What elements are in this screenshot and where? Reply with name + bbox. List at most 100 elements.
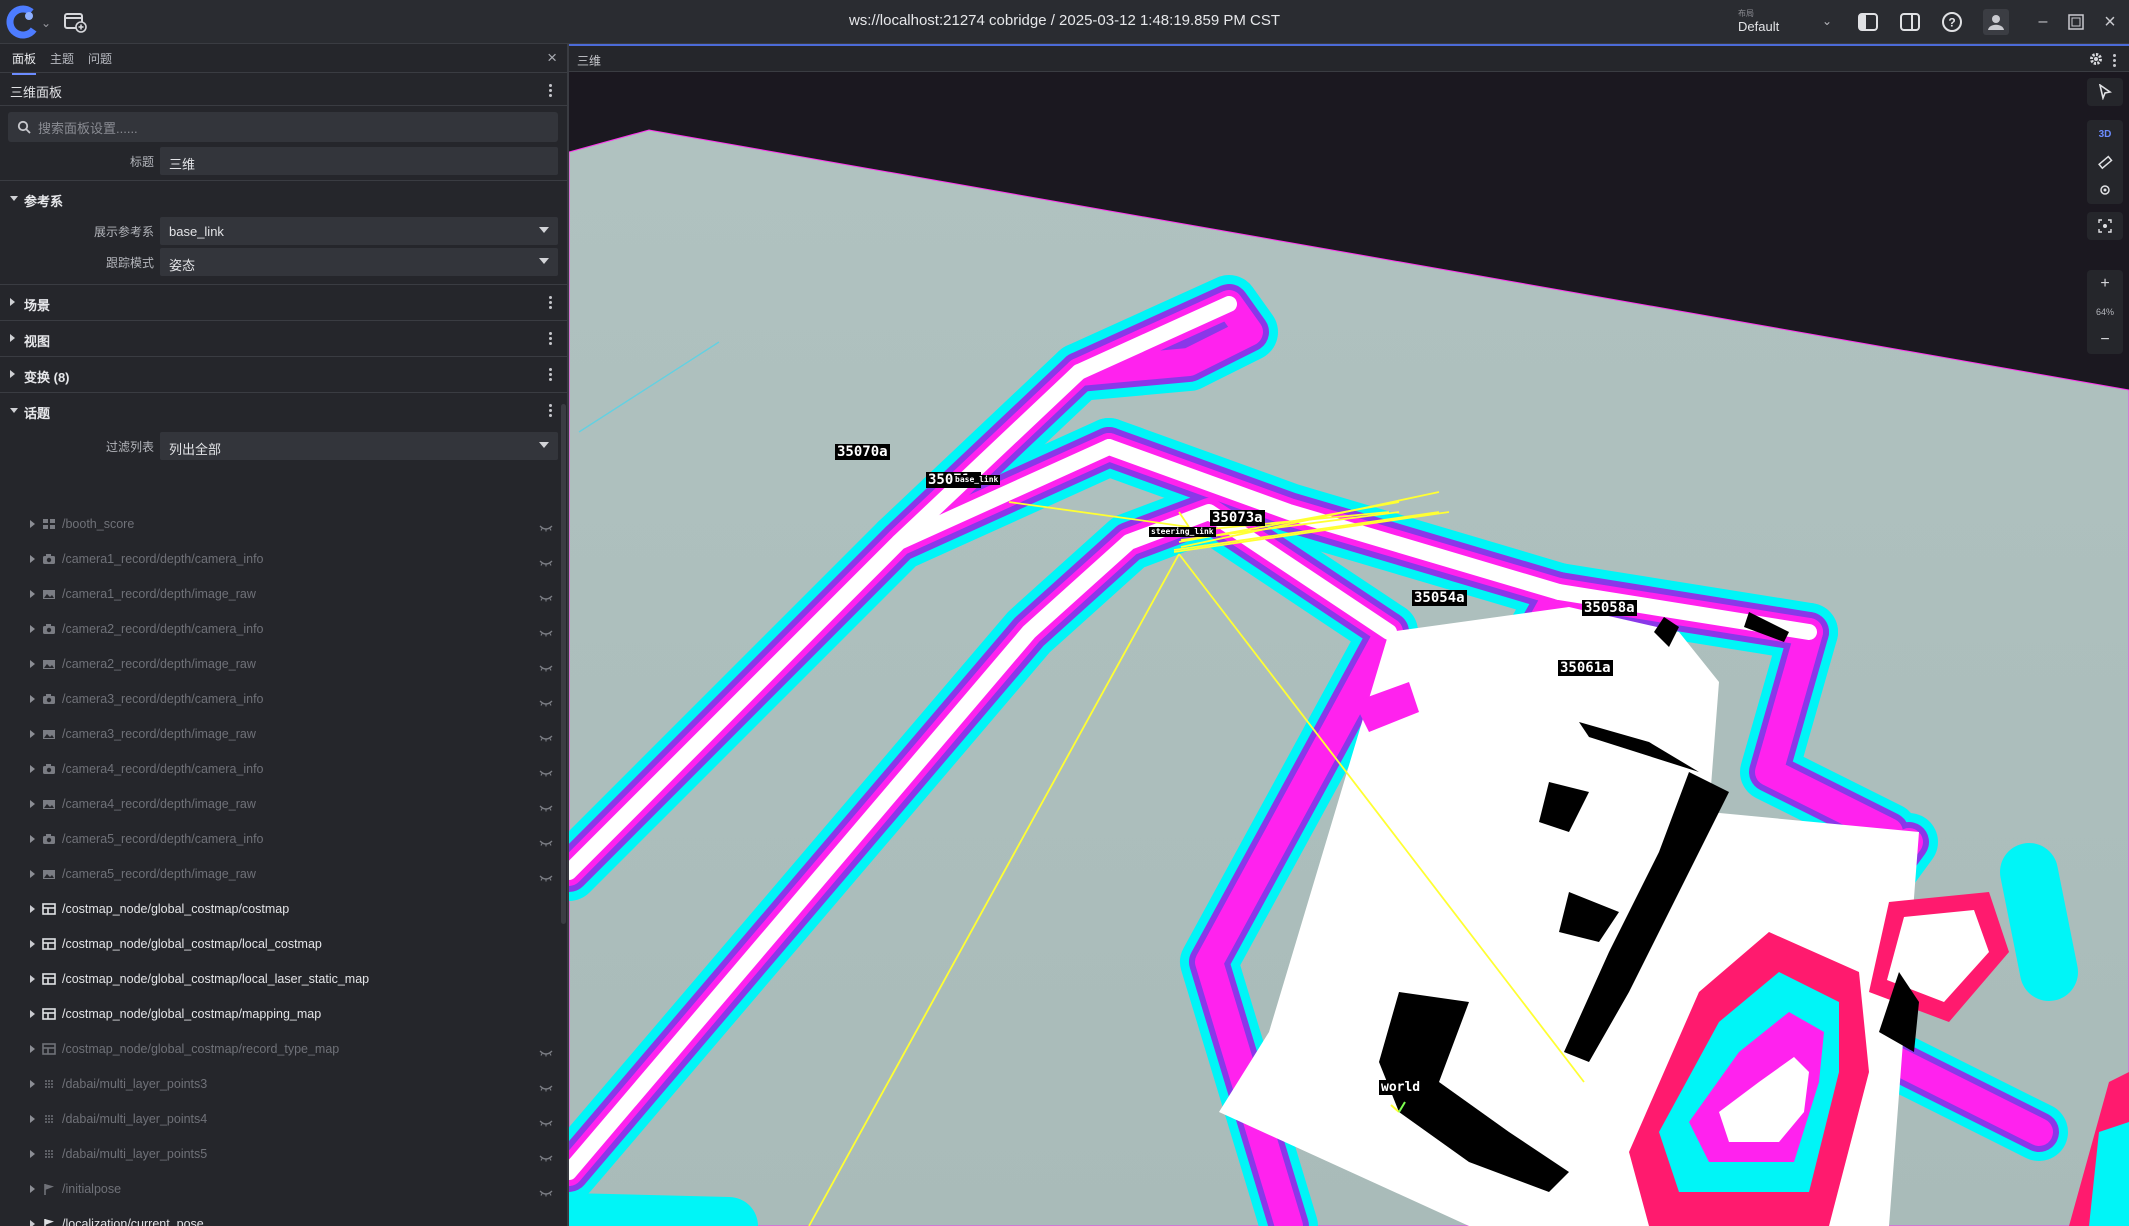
visibility-off-icon[interactable] xyxy=(539,694,553,712)
topic-row[interactable]: /costmap_node/global_costmap/local_laser… xyxy=(0,962,567,997)
visibility-off-icon[interactable] xyxy=(539,729,553,747)
visibility-off-icon[interactable] xyxy=(539,1044,553,1062)
frame-label[interactable]: base_link xyxy=(953,475,1001,485)
recenter-icon[interactable] xyxy=(2087,212,2123,240)
title-field[interactable]: 三维 xyxy=(160,147,558,175)
topic-row[interactable]: /camera5_record/depth/image_raw xyxy=(0,857,567,892)
visibility-off-icon[interactable] xyxy=(539,799,553,817)
topic-row[interactable]: /initialpose xyxy=(0,1172,567,1207)
viewport-menu-icon[interactable] xyxy=(2113,54,2117,69)
settings-search[interactable] xyxy=(8,112,558,144)
frame-label[interactable]: steering_link xyxy=(1149,527,1216,537)
tab-problems[interactable]: 问题 xyxy=(88,50,112,67)
expand-right-icon[interactable] xyxy=(30,1080,35,1088)
topic-row[interactable]: /localization/current_pose xyxy=(0,1207,567,1226)
topic-row[interactable]: /camera4_record/depth/camera_info xyxy=(0,752,567,787)
frame-label[interactable]: 35070a xyxy=(835,444,890,460)
expand-right-icon[interactable] xyxy=(30,555,35,563)
section-topics-menu-icon[interactable] xyxy=(549,404,553,419)
topic-row[interactable]: /camera1_record/depth/image_raw xyxy=(0,577,567,612)
topic-row[interactable]: /dabai/multi_layer_points4 xyxy=(0,1102,567,1137)
topic-row[interactable]: /costmap_node/global_costmap/costmap xyxy=(0,892,567,927)
topic-row[interactable]: /booth_score xyxy=(0,507,567,542)
search-input[interactable] xyxy=(36,112,550,144)
expand-right-icon[interactable] xyxy=(30,520,35,528)
expand-right-icon[interactable] xyxy=(30,1010,35,1018)
minimize-window-icon[interactable]: – xyxy=(2030,9,2056,35)
topic-row[interactable]: /costmap_node/global_costmap/mapping_map xyxy=(0,997,567,1032)
expand-right-icon[interactable] xyxy=(30,1150,35,1158)
frame-label[interactable]: 35058a xyxy=(1582,600,1637,616)
select-cursor-icon[interactable] xyxy=(2087,78,2123,106)
visibility-off-icon[interactable] xyxy=(539,519,553,537)
section-topics[interactable]: 话题 xyxy=(0,392,567,427)
help-icon[interactable]: ? xyxy=(1939,9,1965,35)
visibility-off-icon[interactable] xyxy=(539,764,553,782)
section-transforms[interactable]: 变换 (8) xyxy=(0,356,567,391)
topic-row[interactable]: /camera1_record/depth/camera_info xyxy=(0,542,567,577)
expand-right-icon[interactable] xyxy=(30,1045,35,1053)
toggle-3d-button[interactable]: 3D xyxy=(2087,120,2123,148)
tab-panel[interactable]: 面板 xyxy=(12,50,37,75)
panel-menu-icon[interactable] xyxy=(549,84,553,99)
section-view[interactable]: 视图 xyxy=(0,320,567,355)
section-scene-menu-icon[interactable] xyxy=(549,296,553,311)
visibility-off-icon[interactable] xyxy=(539,589,553,607)
tab-topics[interactable]: 主题 xyxy=(50,50,74,67)
expand-right-icon[interactable] xyxy=(30,590,35,598)
expand-right-icon[interactable] xyxy=(30,940,35,948)
expand-right-icon[interactable] xyxy=(30,695,35,703)
topic-row[interactable]: /costmap_node/global_costmap/local_costm… xyxy=(0,927,567,962)
layout-chevron-down-icon[interactable]: ⌄ xyxy=(1822,14,1832,28)
zoom-out-icon[interactable]: − xyxy=(2087,326,2123,354)
close-sidebar-icon[interactable]: × xyxy=(547,48,557,68)
visibility-off-icon[interactable] xyxy=(539,869,553,887)
topic-row[interactable]: /camera3_record/depth/image_raw xyxy=(0,717,567,752)
topic-row[interactable]: /costmap_node/global_costmap/record_type… xyxy=(0,1032,567,1067)
sidebar-scrollbar[interactable] xyxy=(561,404,566,924)
topic-row[interactable]: /camera5_record/depth/camera_info xyxy=(0,822,567,857)
zoom-in-icon[interactable]: + xyxy=(2087,270,2123,298)
visibility-off-icon[interactable] xyxy=(539,659,553,677)
visibility-off-icon[interactable] xyxy=(539,554,553,572)
visibility-off-icon[interactable] xyxy=(539,624,553,642)
measure-ruler-icon[interactable] xyxy=(2087,148,2123,176)
user-avatar-icon[interactable] xyxy=(1983,9,2009,35)
visibility-off-icon[interactable] xyxy=(539,834,553,852)
publish-point-icon[interactable] xyxy=(2087,176,2123,204)
expand-right-icon[interactable] xyxy=(30,660,35,668)
topic-row[interactable]: /dabai/multi_layer_points3 xyxy=(0,1067,567,1102)
3d-viewport[interactable]: 35070a 35071a 35073a 35054a 35058a 35061… xyxy=(569,72,2129,1226)
expand-right-icon[interactable] xyxy=(30,1185,35,1193)
topic-filter-select[interactable]: 列出全部 xyxy=(160,432,558,460)
visibility-off-icon[interactable] xyxy=(539,1079,553,1097)
visibility-off-icon[interactable] xyxy=(539,1114,553,1132)
expand-right-icon[interactable] xyxy=(30,765,35,773)
layout-selector[interactable]: Default xyxy=(1738,19,1779,34)
topic-row[interactable]: /camera2_record/depth/image_raw xyxy=(0,647,567,682)
maximize-window-icon[interactable] xyxy=(2063,9,2089,35)
section-transforms-menu-icon[interactable] xyxy=(549,368,553,383)
section-view-menu-icon[interactable] xyxy=(549,332,553,347)
frame-label[interactable]: 35054a xyxy=(1412,590,1467,606)
display-frame-select[interactable]: base_link xyxy=(160,217,558,245)
3d-scene[interactable] xyxy=(569,72,2129,1226)
section-scene[interactable]: 场景 xyxy=(0,284,567,319)
expand-right-icon[interactable] xyxy=(30,835,35,843)
expand-right-icon[interactable] xyxy=(30,1220,35,1226)
frame-label[interactable]: 35073a xyxy=(1210,510,1265,526)
follow-mode-select[interactable]: 姿态 xyxy=(160,248,558,276)
topic-row[interactable]: /camera4_record/depth/image_raw xyxy=(0,787,567,822)
expand-right-icon[interactable] xyxy=(30,905,35,913)
expand-right-icon[interactable] xyxy=(30,625,35,633)
frame-label[interactable]: 35061a xyxy=(1558,660,1613,676)
gear-icon[interactable] xyxy=(2089,52,2103,71)
visibility-off-icon[interactable] xyxy=(539,1184,553,1202)
section-frame[interactable]: 参考系 xyxy=(0,180,567,215)
topic-row[interactable]: /camera3_record/depth/camera_info xyxy=(0,682,567,717)
expand-right-icon[interactable] xyxy=(30,870,35,878)
close-window-icon[interactable]: × xyxy=(2097,9,2123,35)
right-sidebar-toggle-icon[interactable] xyxy=(1897,9,1923,35)
topic-row[interactable]: /dabai/multi_layer_points5 xyxy=(0,1137,567,1172)
left-sidebar-toggle-icon[interactable] xyxy=(1855,9,1881,35)
